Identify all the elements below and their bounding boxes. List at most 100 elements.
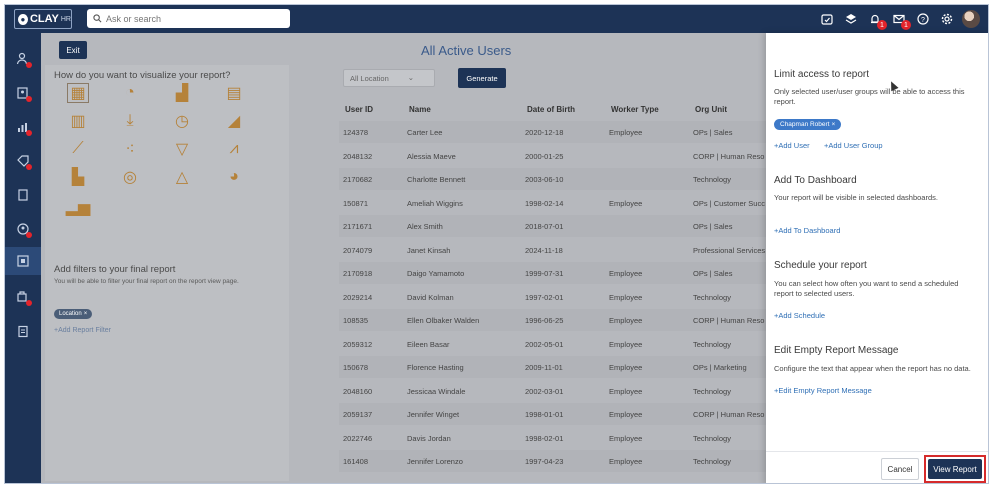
table-cell: Eileen Basar (407, 339, 450, 349)
table-row[interactable]: 150678 Florence Hasting 2009-11-01 Employee… (339, 356, 766, 378)
people-icon[interactable] (5, 45, 41, 73)
mail-icon[interactable]: 1 (890, 10, 911, 30)
limit-access-description: Only selected user/user groups will be a… (774, 87, 965, 106)
dashboard-description: Your report will be visible in selected … (774, 193, 938, 202)
table-cell: Employee (609, 292, 643, 302)
table-row[interactable]: 150871 Ameliah Wiggins 1998-02-14 Employee O… (339, 192, 766, 214)
close-icon[interactable]: × (84, 311, 88, 317)
location-filter-chip[interactable]: Location × (54, 309, 93, 319)
table-row[interactable]: 2059312 Eileen Basar 2002-05-01 Employee Tec… (339, 333, 766, 355)
bell-icon[interactable]: 1 (866, 10, 887, 30)
support-icon[interactable] (5, 283, 41, 311)
table-row[interactable]: 2048160 Jessicaa Windale 2002-03-01 Employe… (339, 380, 766, 402)
table-cell: Technology (693, 339, 731, 349)
table-cell: 150678 (343, 363, 369, 372)
table-row[interactable]: 124378 Carter Lee 2020-12-18 Employee OPs | … (339, 121, 766, 143)
triangle-viz-icon[interactable]: △ (171, 167, 193, 187)
column-header[interactable]: Date of Birth (527, 105, 607, 114)
table-cell: Technology (693, 292, 731, 302)
download-viz-icon[interactable]: ⤓ (119, 111, 141, 131)
gear-icon[interactable] (938, 10, 956, 28)
edit-empty-message-link[interactable]: +Edit Empty Report Message (774, 386, 872, 395)
add-user-group-link[interactable]: +Add User Group (824, 141, 883, 150)
table-cell: Technology (693, 386, 731, 396)
column-viz-icon[interactable]: ▥ (67, 111, 89, 131)
table-cell: Alessia Maeve (407, 151, 456, 161)
table-row[interactable]: 2170682 Charlotte Bennett 2003-06-10 Techno… (339, 168, 766, 190)
table-cell: Employee (609, 128, 643, 137)
generate-button[interactable]: Generate (458, 68, 506, 88)
table-cell: Ameliah Wiggins (407, 198, 463, 208)
table-cell: 1998-02-01 (525, 433, 564, 443)
add-report-filter-link[interactable]: +Add Report Filter (54, 327, 111, 334)
clipboard-icon[interactable] (5, 317, 41, 345)
funnel-viz-icon[interactable]: ▽ (171, 139, 193, 159)
table-row[interactable]: 2048132 Alessia Maeve 2000-01-25 CORP | Hum… (339, 145, 766, 167)
cancel-button[interactable]: Cancel (881, 458, 919, 480)
add-to-dashboard-link[interactable]: +Add To Dashboard (774, 226, 840, 235)
trend-viz-icon[interactable]: ⩘ (223, 139, 245, 159)
stacked-viz-icon[interactable]: ▙ (67, 167, 89, 187)
table-cell: 2059312 (343, 339, 373, 349)
radial-viz-icon[interactable]: ◕ (223, 167, 245, 187)
table-cell: Employee (609, 363, 643, 372)
table-cell: Carter Lee (407, 128, 443, 137)
column-header[interactable]: Worker Type (611, 105, 691, 114)
documents-icon[interactable] (5, 181, 41, 209)
analytics-icon[interactable] (5, 113, 41, 141)
view-report-button[interactable]: View Report (928, 459, 982, 479)
table-row[interactable]: 2170918 Daigo Yamamoto 1999-07-31 Employee O… (339, 262, 766, 284)
table-row[interactable]: 2022746 Davis Jordan 1998-02-01 Employee Tec… (339, 427, 766, 449)
table-cell: 1996-06-25 (525, 316, 564, 325)
top-bar: ● CLAY HR 1 1 ? (5, 5, 988, 33)
tag-icon[interactable] (5, 147, 41, 175)
logo-mark-icon: ● (18, 13, 28, 25)
table-cell: 1998-02-14 (525, 198, 564, 208)
table-cell: 2003-06-10 (525, 175, 564, 184)
table-cell: OPs | Sales (693, 222, 733, 231)
table-row[interactable]: 161408 Jennifer Lorenzo 1997-04-23 Employee… (339, 450, 766, 472)
column-header[interactable]: Org Unit (695, 105, 768, 114)
top-icons: 1 1 ? (818, 5, 980, 33)
table-row[interactable]: 2074079 Janet Kinsah 2024-11-18 Professiona… (339, 239, 766, 261)
add-user-link[interactable]: +Add User (774, 141, 810, 150)
column-header[interactable]: Name (409, 105, 521, 114)
table-row[interactable]: 108535 Ellen Olbaker Walden 1996-06-25 Empl… (339, 309, 766, 331)
user-card-icon[interactable] (5, 79, 41, 107)
calendar-check-icon[interactable] (818, 10, 836, 28)
close-icon[interactable]: × (832, 121, 836, 128)
table-cell: CORP | Human Reso (693, 151, 765, 161)
area-viz-icon[interactable]: ◢ (223, 111, 245, 131)
bar-building-viz-icon[interactable]: ▟ (171, 83, 193, 103)
table-viz-icon[interactable]: ▦ (67, 83, 89, 103)
line-viz-icon[interactable]: ⟋ (67, 139, 89, 159)
table-cell: David Kolman (407, 292, 454, 302)
document-viz-icon[interactable]: ▤ (223, 83, 245, 103)
add-schedule-link[interactable]: +Add Schedule (774, 311, 825, 320)
table-row[interactable]: 2171671 Alex Smith 2018-07-01 OPs | Sales (339, 215, 766, 237)
location-select[interactable]: All Location ⌄ (343, 69, 435, 87)
table-row[interactable]: 2029214 David Kolman 1997-02-01 Employee Tec… (339, 286, 766, 308)
donut-viz-icon[interactable]: ◎ (119, 167, 141, 187)
column-header[interactable]: User ID (345, 105, 405, 114)
table-cell: 1997-02-01 (525, 292, 564, 302)
histogram-viz-icon[interactable]: ▂▅ (66, 197, 91, 217)
table-cell: 124378 (343, 128, 369, 137)
pie-viz-icon[interactable]: ◔ (119, 83, 141, 103)
app-window: ● CLAY HR 1 1 ? (4, 4, 989, 484)
profile-search-icon[interactable] (5, 215, 41, 243)
scatter-viz-icon[interactable]: ⁖ (119, 139, 141, 159)
reports-icon[interactable] (5, 247, 41, 275)
user-avatar[interactable] (962, 10, 980, 28)
table-row[interactable]: 2059137 Jennifer Winget 1998-01-01 Employee… (339, 403, 766, 425)
mail-badge: 1 (901, 20, 911, 30)
global-search[interactable] (87, 9, 290, 28)
user-chip[interactable]: Chapman Robert × (774, 119, 842, 130)
help-icon[interactable]: ? (914, 10, 932, 28)
view-report-highlight: View Report (924, 455, 986, 483)
search-input[interactable] (106, 13, 276, 24)
gauge-viz-icon[interactable]: ◷ (171, 111, 193, 131)
layers-icon[interactable] (842, 10, 860, 28)
clayhr-logo[interactable]: ● CLAY HR (14, 9, 72, 29)
exit-button[interactable]: Exit (59, 41, 87, 59)
